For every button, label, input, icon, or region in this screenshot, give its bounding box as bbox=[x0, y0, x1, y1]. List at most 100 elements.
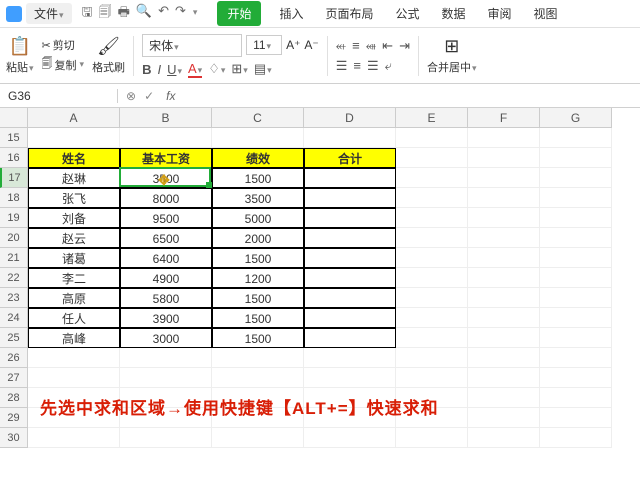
cell-A26[interactable] bbox=[28, 348, 120, 368]
cell-D23[interactable] bbox=[304, 288, 396, 308]
cell-E18[interactable] bbox=[396, 188, 468, 208]
undo-icon[interactable]: ↶ bbox=[158, 3, 169, 25]
cell-G17[interactable] bbox=[540, 168, 612, 188]
col-header-G[interactable]: G bbox=[540, 108, 612, 128]
paste-group[interactable]: 📋 粘贴 bbox=[6, 36, 34, 75]
cell-G28[interactable] bbox=[540, 388, 612, 408]
cell-A18[interactable]: 张飞 bbox=[28, 188, 120, 208]
cell-C20[interactable]: 2000 bbox=[212, 228, 304, 248]
cell-E22[interactable] bbox=[396, 268, 468, 288]
cell-F26[interactable] bbox=[468, 348, 540, 368]
cell-F19[interactable] bbox=[468, 208, 540, 228]
underline-button[interactable]: U bbox=[167, 62, 182, 77]
save-as-icon[interactable]: 🗐 bbox=[99, 3, 112, 25]
row-header-28[interactable]: 28 bbox=[0, 388, 28, 408]
cut-button[interactable]: ✂剪切 bbox=[42, 37, 85, 53]
row-header-16[interactable]: 16 bbox=[0, 148, 28, 168]
cell-F24[interactable] bbox=[468, 308, 540, 328]
fill-color-button[interactable]: ♢ bbox=[208, 61, 225, 77]
cell-E17[interactable] bbox=[396, 168, 468, 188]
cell-E24[interactable] bbox=[396, 308, 468, 328]
cell-G16[interactable] bbox=[540, 148, 612, 168]
cell-C21[interactable]: 1500 bbox=[212, 248, 304, 268]
cell-D18[interactable] bbox=[304, 188, 396, 208]
cell-G18[interactable] bbox=[540, 188, 612, 208]
cell-B16[interactable]: 基本工资 bbox=[120, 148, 212, 168]
wrap-text-icon[interactable]: ⤶ bbox=[385, 58, 392, 74]
cell-E25[interactable] bbox=[396, 328, 468, 348]
fx-icon[interactable]: fx bbox=[162, 89, 179, 103]
cell-C27[interactable] bbox=[212, 368, 304, 388]
cancel-icon[interactable]: ⊗ bbox=[126, 89, 136, 103]
row-header-26[interactable]: 26 bbox=[0, 348, 28, 368]
cell-B26[interactable] bbox=[120, 348, 212, 368]
cell-G21[interactable] bbox=[540, 248, 612, 268]
cell-E21[interactable] bbox=[396, 248, 468, 268]
cell-C23[interactable]: 1500 bbox=[212, 288, 304, 308]
select-all-corner[interactable] bbox=[0, 108, 28, 128]
row-header-18[interactable]: 18 bbox=[0, 188, 28, 208]
cell-D26[interactable] bbox=[304, 348, 396, 368]
cell-A17[interactable]: 赵琳 bbox=[28, 168, 120, 188]
row-header-25[interactable]: 25 bbox=[0, 328, 28, 348]
cell-C19[interactable]: 5000 bbox=[212, 208, 304, 228]
save-icon[interactable]: 🖫 bbox=[82, 3, 93, 25]
cell-C18[interactable]: 3500 bbox=[212, 188, 304, 208]
cell-F20[interactable] bbox=[468, 228, 540, 248]
cell-D25[interactable] bbox=[304, 328, 396, 348]
cell-D21[interactable] bbox=[304, 248, 396, 268]
tab-开始[interactable]: 开始 bbox=[217, 1, 261, 26]
cell-D19[interactable] bbox=[304, 208, 396, 228]
decrease-font-icon[interactable]: A⁻ bbox=[304, 38, 318, 52]
cell-C24[interactable]: 1500 bbox=[212, 308, 304, 328]
border-button[interactable]: ⊞ bbox=[231, 61, 247, 77]
cell-D20[interactable] bbox=[304, 228, 396, 248]
cell-style-button[interactable]: ▤ bbox=[254, 61, 272, 77]
align-right-icon[interactable]: ☰ bbox=[367, 58, 379, 74]
cell-C26[interactable] bbox=[212, 348, 304, 368]
qa-more-icon[interactable] bbox=[192, 3, 198, 25]
col-header-E[interactable]: E bbox=[396, 108, 468, 128]
font-name-select[interactable]: 宋体 bbox=[142, 34, 242, 57]
cell-E20[interactable] bbox=[396, 228, 468, 248]
copy-button[interactable]: 🗐复制 bbox=[42, 55, 85, 74]
italic-button[interactable]: I bbox=[157, 62, 161, 77]
cell-F25[interactable] bbox=[468, 328, 540, 348]
cell-D16[interactable]: 合计 bbox=[304, 148, 396, 168]
cell-D17[interactable] bbox=[304, 168, 396, 188]
cell-F16[interactable] bbox=[468, 148, 540, 168]
cell-F28[interactable] bbox=[468, 388, 540, 408]
cell-B19[interactable]: 9500 bbox=[120, 208, 212, 228]
row-header-24[interactable]: 24 bbox=[0, 308, 28, 328]
cell-F17[interactable] bbox=[468, 168, 540, 188]
cell-F30[interactable] bbox=[468, 428, 540, 448]
font-color-button[interactable]: A bbox=[188, 61, 202, 78]
cell-A27[interactable] bbox=[28, 368, 120, 388]
cell-F27[interactable] bbox=[468, 368, 540, 388]
bold-button[interactable]: B bbox=[142, 62, 151, 77]
cell-E26[interactable] bbox=[396, 348, 468, 368]
cell-G26[interactable] bbox=[540, 348, 612, 368]
format-painter-button[interactable]: 🖌 格式刷 bbox=[92, 36, 125, 75]
print-icon[interactable]: 🖶 bbox=[118, 3, 130, 25]
cell-F23[interactable] bbox=[468, 288, 540, 308]
cell-A22[interactable]: 李二 bbox=[28, 268, 120, 288]
cell-C22[interactable]: 1200 bbox=[212, 268, 304, 288]
cell-E23[interactable] bbox=[396, 288, 468, 308]
row-header-22[interactable]: 22 bbox=[0, 268, 28, 288]
cell-C17[interactable]: 1500 bbox=[212, 168, 304, 188]
cell-B30[interactable] bbox=[120, 428, 212, 448]
name-box[interactable]: G36 bbox=[0, 89, 118, 103]
redo-icon[interactable]: ↷ bbox=[175, 3, 186, 25]
cell-B15[interactable] bbox=[120, 128, 212, 148]
cell-D15[interactable] bbox=[304, 128, 396, 148]
cell-D22[interactable] bbox=[304, 268, 396, 288]
row-header-15[interactable]: 15 bbox=[0, 128, 28, 148]
cell-D24[interactable] bbox=[304, 308, 396, 328]
indent-left-icon[interactable]: ⇤ bbox=[382, 38, 393, 54]
col-header-D[interactable]: D bbox=[304, 108, 396, 128]
row-header-21[interactable]: 21 bbox=[0, 248, 28, 268]
cell-B18[interactable]: 8000 bbox=[120, 188, 212, 208]
cell-E19[interactable] bbox=[396, 208, 468, 228]
merge-button[interactable]: ⊞ 合并居中 bbox=[427, 36, 477, 75]
